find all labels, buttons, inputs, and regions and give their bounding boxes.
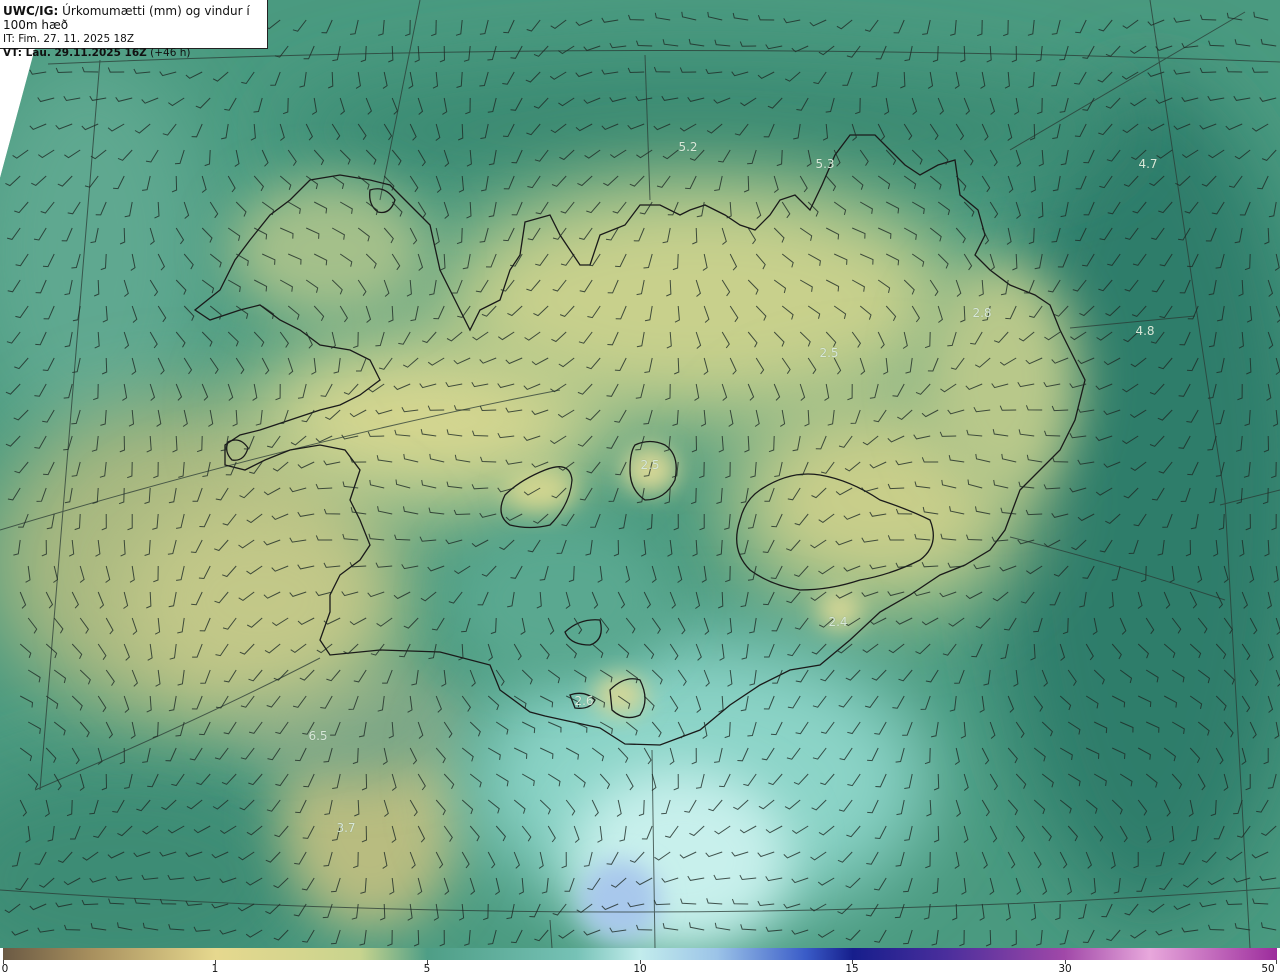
precip-value-label: 4.8	[1135, 324, 1155, 338]
map-area[interactable]: 5.2 5.3 4.7 4.8 2.8 2.5 2.5 2.4 2.6 6.5 …	[0, 0, 1280, 948]
colorbar-label: 1	[211, 963, 219, 975]
colorbar-label: 5	[423, 963, 431, 975]
colorbar-label: 50	[1261, 963, 1275, 975]
precip-value-label: 6.5	[308, 729, 328, 743]
precip-field	[0, 0, 1280, 948]
title-line: UWC/IG: Úrkomumætti (mm) og vindur í 100…	[3, 4, 267, 32]
precip-value-label: 2.4	[828, 615, 848, 629]
lead-time: (+46 h)	[150, 47, 191, 59]
valid-time: VT: Lau. 29.11.2025 16Z	[3, 47, 147, 59]
colorbar-gradient	[3, 948, 1277, 960]
forecast-info-box: UWC/IG: Úrkomumætti (mm) og vindur í 100…	[0, 0, 268, 59]
colorbar-tick	[1276, 960, 1277, 964]
precip-value-label: 2.5	[819, 346, 839, 360]
model-name: UWC/IG:	[3, 4, 59, 18]
precip-value-label: 4.7	[1138, 157, 1158, 171]
valid-time-line: VT: Lau. 29.11.2025 16Z (+46 h)	[3, 46, 267, 60]
colorbar-label: 15	[845, 963, 859, 975]
precip-value-label: 2.6	[574, 694, 594, 708]
colorbar-legend: 0 1 5 10 15 30 50	[0, 948, 1280, 978]
precip-value-label: 3.7	[336, 821, 356, 835]
precip-value-label: 5.3	[815, 157, 835, 171]
colorbar-label: 0	[1, 963, 9, 975]
colorbar-label: 10	[633, 963, 647, 975]
precip-value-label: 2.8	[972, 306, 992, 320]
colorbar-label: 30	[1058, 963, 1072, 975]
map-canvas	[0, 0, 1280, 948]
precip-value-label: 2.5	[640, 458, 660, 472]
precip-value-label: 5.2	[678, 140, 698, 154]
issue-time: IT: Fim. 27. 11. 2025 18Z	[3, 33, 135, 45]
